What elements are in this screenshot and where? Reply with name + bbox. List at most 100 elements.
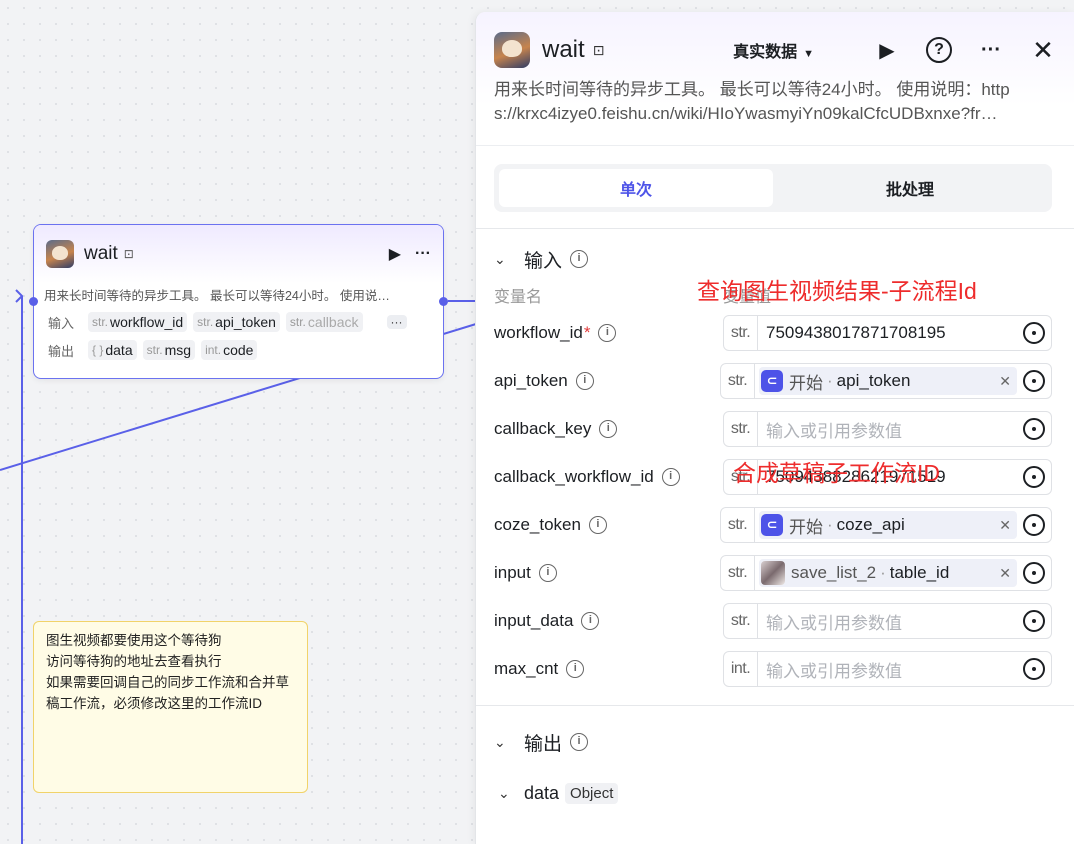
reference-chip[interactable]: save_list_2 · table_id ✕ (759, 559, 1017, 587)
play-icon[interactable]: ▶ (389, 244, 401, 264)
type-label: str. (724, 316, 758, 350)
variable-value-field[interactable]: str. ⊂ 开始 · coze_api ✕ (720, 507, 1052, 543)
type-label: str. (721, 556, 755, 590)
ellipsis-icon[interactable]: ··· (415, 245, 431, 263)
variable-row: input i str. save_list_2 · table_id ✕ (476, 549, 1074, 597)
plugin-avatar (494, 32, 530, 68)
output-section-title: 输出 (524, 733, 563, 755)
info-icon[interactable]: i (581, 612, 600, 630)
type-label: int. (724, 652, 758, 686)
target-icon[interactable] (1023, 370, 1045, 392)
data-mode-select[interactable]: 真实数据 ▼ (733, 38, 814, 62)
divider (476, 705, 1074, 706)
info-icon[interactable]: i (566, 660, 585, 678)
reference-chip[interactable]: ⊂ 开始 · api_token ✕ (759, 367, 1017, 395)
info-icon[interactable]: i (570, 250, 589, 268)
variable-name: api_token (494, 371, 568, 390)
variable-value[interactable]: 7509438017871708195 (758, 323, 1017, 343)
start-node-icon: ⊂ (761, 370, 783, 392)
question-icon[interactable]: ? (926, 37, 952, 63)
note-line: 稿工作流，必须修改这里的工作流ID (46, 696, 262, 711)
plugin-badge-icon: ⊡ (592, 41, 605, 58)
ellipsis-icon[interactable]: ··· (978, 39, 1004, 62)
node-input-tag: str. api_token (193, 312, 280, 332)
variable-value-field[interactable]: str. ⊂ 开始 · api_token ✕ (720, 363, 1052, 399)
info-icon[interactable]: i (570, 733, 589, 751)
variable-placeholder[interactable]: 输入或引用参数值 (758, 657, 1017, 682)
type-label: str. (721, 508, 755, 542)
variable-row: callback_key i str. 输入或引用参数值 (476, 405, 1074, 453)
chevron-down-icon[interactable]: ⌄ (494, 734, 512, 751)
remove-reference-icon[interactable]: ✕ (999, 373, 1011, 390)
variable-name: workflow_id (494, 323, 583, 342)
node-input-port[interactable] (29, 297, 38, 306)
chevron-down-icon[interactable]: ⌄ (494, 251, 512, 268)
info-icon[interactable]: i (538, 564, 557, 582)
info-icon[interactable]: i (599, 420, 618, 438)
node-description: 用来长时间等待的异步工具。 最长可以等待24小时。 使用说… (44, 289, 390, 303)
variable-name: callback_key (494, 419, 592, 438)
node-input-label: 输入 (48, 315, 75, 331)
remove-reference-icon[interactable]: ✕ (999, 565, 1011, 582)
type-label: str. (721, 364, 755, 398)
node-output-tag: int. code (201, 340, 258, 360)
variable-name: max_cnt (494, 659, 559, 678)
node-output-tag: { } data (88, 340, 137, 360)
node-output-port[interactable] (439, 297, 448, 306)
variable-placeholder[interactable]: 输入或引用参数值 (758, 609, 1017, 634)
target-icon[interactable] (1023, 658, 1045, 680)
play-icon[interactable]: ▶ (874, 38, 900, 63)
target-icon[interactable] (1023, 562, 1045, 584)
info-icon[interactable]: i (588, 516, 607, 534)
input-section-title: 输入 (524, 250, 563, 272)
variable-row: api_token i str. ⊂ 开始 · api_token ✕ (476, 357, 1074, 405)
note-line: 访问等待狗的地址去查看执行 (46, 654, 222, 669)
variable-placeholder[interactable]: 输入或引用参数值 (758, 417, 1017, 442)
variable-value-field[interactable]: str. 输入或引用参数值 (723, 603, 1052, 639)
output-item[interactable]: ⌄ data Object (476, 778, 1074, 808)
target-icon[interactable] (1023, 610, 1045, 632)
output-type-badge: Object (565, 782, 619, 804)
reference-source: 开始 (789, 373, 823, 393)
plugin-badge-icon: ⊡ (123, 247, 134, 261)
reference-field: api_token (836, 371, 911, 390)
variable-name: input_data (494, 611, 574, 630)
info-icon[interactable]: i (598, 324, 617, 342)
reference-chip[interactable]: ⊂ 开始 · coze_api ✕ (759, 511, 1017, 539)
target-icon[interactable] (1023, 514, 1045, 536)
node-title: wait (84, 243, 118, 264)
node-output-label: 输出 (48, 343, 75, 359)
panel-title: wait (542, 36, 585, 63)
output-section-header[interactable]: ⌄ 输出 i (476, 720, 1074, 764)
node-thumbnail-icon (761, 561, 785, 585)
tab-batch[interactable]: 批处理 (773, 169, 1047, 207)
info-icon[interactable]: i (575, 372, 594, 390)
variable-value-field[interactable]: str. 输入或引用参数值 (723, 411, 1052, 447)
node-outputs-row: 输出 { } data str. msg int. code (34, 340, 443, 360)
variable-value-field[interactable]: int. 输入或引用参数值 (723, 651, 1052, 687)
variable-row: workflow_id * i str. 7509438017871708195 (476, 309, 1074, 357)
variable-value-field[interactable]: str. save_list_2 · table_id ✕ (720, 555, 1052, 591)
output-name: data (524, 782, 560, 803)
wait-node-card[interactable]: wait ⊡ ▶ ··· 用来长时间等待的异步工具。 最长可以等待24小时。 使… (33, 224, 444, 379)
info-icon[interactable]: i (661, 468, 680, 486)
col-name-header: 变量名 (494, 289, 543, 306)
tab-single[interactable]: 单次 (499, 169, 773, 207)
target-icon[interactable] (1023, 418, 1045, 440)
chevron-down-icon[interactable]: ⌄ (498, 785, 516, 802)
note-line: 图生视频都要使用这个等待狗 (46, 633, 222, 648)
target-icon[interactable] (1023, 466, 1045, 488)
reference-source: 开始 (789, 517, 823, 537)
start-node-icon: ⊂ (761, 514, 783, 536)
variable-row: coze_token i str. ⊂ 开始 · coze_api ✕ (476, 501, 1074, 549)
sticky-note[interactable]: 图生视频都要使用这个等待狗 访问等待狗的地址去查看执行 如果需要回调自己的同步工… (33, 621, 308, 793)
more-inputs-button[interactable]: ··· (386, 315, 407, 329)
panel-header: wait ⊡ 真实数据 ▼ ▶ ? ··· ✕ 用来长时间等待的异步工具。 最长可… (476, 12, 1074, 146)
variable-name: input (494, 563, 531, 582)
target-icon[interactable] (1023, 322, 1045, 344)
variable-value-field[interactable]: str. 7509438017871708195 (723, 315, 1052, 351)
node-input-tag: str. workflow_id (88, 312, 188, 332)
close-icon[interactable]: ✕ (1030, 35, 1056, 66)
note-line: 如果需要回调自己的同步工作流和合并草 (46, 675, 289, 690)
remove-reference-icon[interactable]: ✕ (999, 517, 1011, 534)
